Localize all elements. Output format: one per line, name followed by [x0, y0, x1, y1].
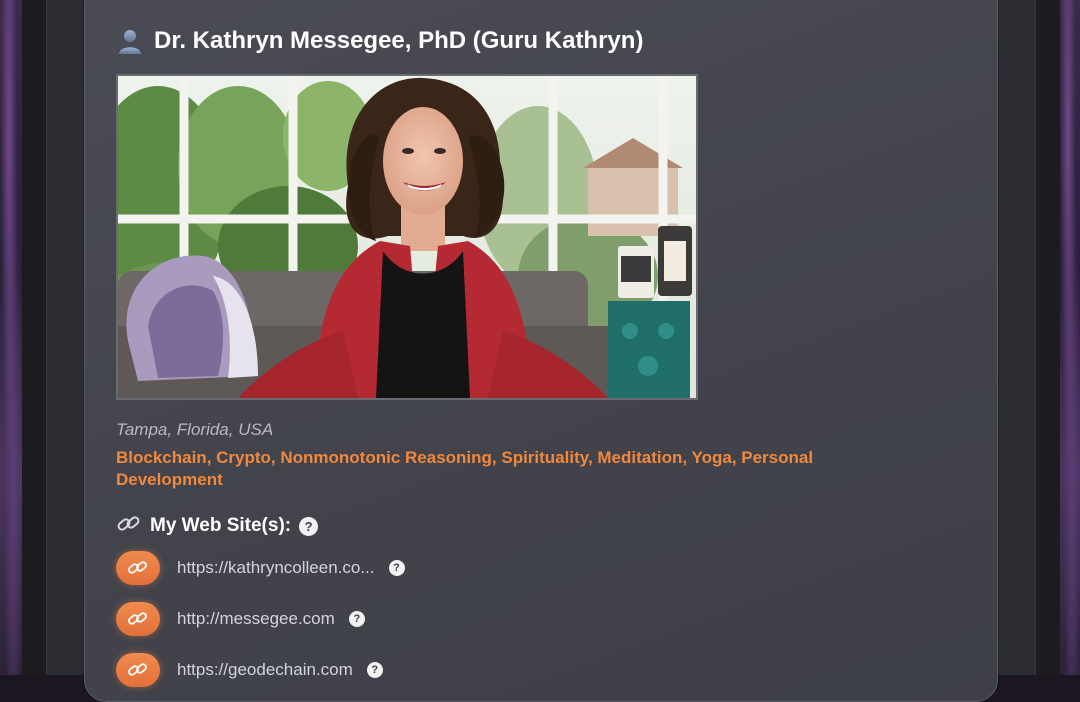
website-help-icon[interactable]: ? — [348, 611, 365, 627]
website-url-link[interactable]: https://geodechain.com — [177, 660, 353, 680]
open-website-button[interactable] — [116, 653, 160, 687]
website-url-link[interactable]: http://messegee.com — [177, 609, 335, 629]
person-icon — [116, 27, 144, 55]
profile-photo[interactable] — [116, 74, 698, 400]
website-url-link[interactable]: https://kathryncolleen.co... — [177, 558, 375, 578]
link-icon — [128, 612, 147, 625]
background-right-decor — [1060, 0, 1080, 675]
profile-interests: Blockchain, Crypto, Nonmonotonic Reasoni… — [116, 448, 814, 489]
website-item: https://geodechain.com ? — [116, 651, 383, 689]
background-left-decor — [0, 0, 22, 675]
website-item: https://kathryncolleen.co... ? — [116, 549, 405, 587]
link-icon — [128, 663, 147, 676]
website-item: http://messegee.com ? — [116, 600, 365, 638]
websites-title: My Web Site(s): — [150, 515, 292, 536]
profile-photo-image — [118, 76, 696, 398]
open-website-button[interactable] — [116, 602, 160, 636]
websites-header: My Web Site(s): ? — [116, 512, 319, 540]
open-website-button[interactable] — [116, 551, 160, 585]
link-icon — [116, 513, 142, 539]
profile-header: Dr. Kathryn Messegee, PhD (Guru Kathryn) — [116, 26, 643, 56]
websites-help-icon[interactable]: ? — [299, 516, 319, 536]
profile-name: Dr. Kathryn Messegee, PhD (Guru Kathryn) — [154, 27, 644, 54]
profile-location: Tampa, Florida, USA — [116, 420, 274, 439]
website-help-icon[interactable]: ? — [366, 662, 383, 678]
website-help-icon[interactable]: ? — [388, 560, 405, 576]
link-icon — [128, 561, 147, 574]
